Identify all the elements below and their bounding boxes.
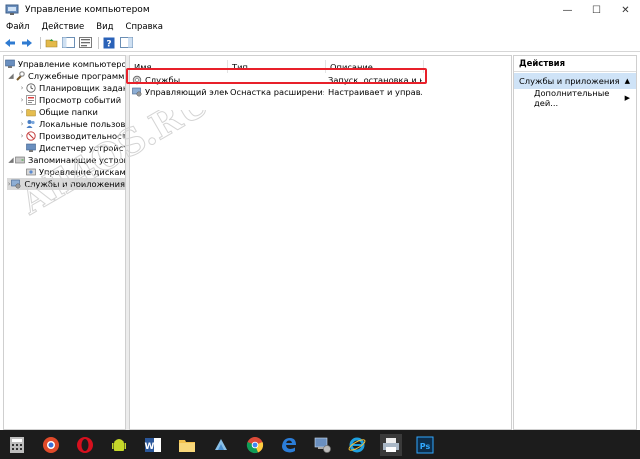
tree-item-task-scheduler[interactable]: › Планировщик заданий — [18, 82, 125, 94]
show-hide-tree-icon[interactable] — [61, 36, 75, 50]
tree-item-system-tools[interactable]: ◢ Служебные программы — [7, 70, 126, 82]
collapse-arrow-icon[interactable]: ◢ — [7, 72, 15, 80]
maximize-button[interactable]: ☐ — [582, 0, 611, 20]
tree-item-label: Служебные программы — [28, 71, 126, 81]
shared-folder-icon — [26, 107, 36, 117]
tree-item-device-manager[interactable]: Диспетчер устройств — [26, 142, 126, 154]
menu-view[interactable]: Вид — [90, 22, 119, 32]
tree-item-label: Управление дисками — [39, 167, 126, 177]
computer-management-icon — [5, 59, 15, 69]
android-icon[interactable] — [108, 434, 130, 456]
tools-icon — [15, 71, 25, 81]
tree-item-label: Запоминающие устройсте — [28, 155, 125, 165]
tree-item-label: Производительность — [39, 131, 126, 141]
action-pane-icon[interactable] — [119, 36, 133, 50]
tree-root[interactable]: Управление компьютером (л — [5, 58, 125, 70]
minimize-button[interactable]: — — [553, 0, 582, 20]
tree-item-label: Просмотр событий — [39, 95, 122, 105]
tree-item-performance[interactable]: › Производительность — [18, 130, 126, 142]
list-row-wmi-control[interactable]: Управляющий элем... Оснастка расширения … — [130, 86, 511, 98]
content-list-pane: Имя Тип Описание Службы Запуск, остановк… — [129, 55, 512, 430]
performance-icon — [26, 131, 36, 141]
calculator-icon[interactable] — [6, 434, 28, 456]
title-bar: Управление компьютером — ☐ ✕ — [0, 0, 640, 20]
actions-section-label: Службы и приложения — [519, 76, 620, 86]
menu-action[interactable]: Действие — [35, 22, 90, 32]
tree-item-event-viewer[interactable]: › Просмотр событий — [18, 94, 122, 106]
chrome-canary-icon[interactable] — [40, 434, 62, 456]
file-explorer-icon[interactable] — [176, 434, 198, 456]
tree-item-disk-management[interactable]: Управление дисками — [26, 166, 126, 178]
tree-item-local-users[interactable]: › Локальные пользоват — [18, 118, 126, 130]
expand-arrow-icon[interactable]: › — [18, 132, 26, 140]
expand-arrow-icon[interactable]: › — [18, 84, 26, 92]
actions-header: Действия — [514, 56, 636, 72]
photoshop-icon[interactable]: Ps — [414, 434, 436, 456]
expand-arrow-icon[interactable]: › — [18, 96, 26, 104]
collapse-arrow-icon[interactable]: ◢ — [7, 156, 15, 164]
close-button[interactable]: ✕ — [611, 0, 640, 20]
navigation-tree-pane: Управление компьютером (л ◢ Служебные пр… — [3, 55, 126, 430]
tree-item-shared-folders[interactable]: › Общие папки — [18, 106, 98, 118]
tree-item-label: Службы и приложения — [24, 179, 125, 189]
tree-item-services-and-apps[interactable]: › Службы и приложения — [7, 178, 125, 190]
help-icon[interactable]: ? — [102, 36, 116, 50]
actions-pane: Действия Службы и приложения ▲ Дополните… — [513, 55, 637, 430]
highlight-annotation — [126, 68, 427, 84]
toolbar-separator — [40, 36, 41, 49]
submenu-arrow-icon: ▶ — [624, 94, 630, 102]
tree-item-label: Планировщик заданий — [39, 83, 125, 93]
word-icon[interactable]: W — [142, 434, 164, 456]
computer-management-app-icon — [5, 4, 19, 16]
action-more-actions[interactable]: Дополнительные дей... ▶ — [514, 88, 636, 108]
clock-icon — [26, 83, 36, 93]
tree-item-label: Локальные пользоват — [39, 119, 126, 129]
tree-root-label: Управление компьютером (л — [18, 59, 125, 69]
printer-icon[interactable] — [380, 433, 402, 456]
menu-file[interactable]: Файл — [0, 22, 35, 32]
ie-icon[interactable] — [346, 434, 368, 456]
chrome-icon[interactable] — [244, 434, 266, 456]
toolbar: ? — [0, 34, 640, 52]
disk-management-icon — [26, 167, 36, 177]
tree-item-label: Общие папки — [39, 107, 98, 117]
tree-item-storage[interactable]: ◢ Запоминающие устройсте — [7, 154, 125, 166]
menu-help[interactable]: Справка — [120, 22, 169, 32]
collapse-triangle-icon[interactable]: ▲ — [625, 77, 630, 85]
taskbar: W Ps — [0, 430, 640, 459]
forward-arrow-icon[interactable] — [20, 36, 34, 50]
properties-icon[interactable] — [78, 36, 92, 50]
event-viewer-icon — [26, 95, 36, 105]
row-name: Управляющий элем... — [145, 87, 228, 97]
window-title: Управление компьютером — [25, 5, 150, 15]
row-type: Оснастка расширения — [230, 87, 324, 97]
action-more-label: Дополнительные дей... — [534, 88, 610, 108]
svg-text:Ps: Ps — [420, 442, 431, 451]
device-manager-icon — [26, 143, 36, 153]
up-folder-icon[interactable] — [44, 36, 58, 50]
services-apps-icon — [11, 179, 21, 189]
expand-arrow-icon[interactable]: › — [18, 120, 26, 128]
svg-text:W: W — [145, 442, 155, 452]
toolbar-separator — [98, 36, 99, 49]
menu-bar: Файл Действие Вид Справка — [0, 20, 640, 34]
expand-arrow-icon[interactable]: › — [18, 108, 26, 116]
computer-management-taskbar-icon[interactable] — [312, 434, 334, 456]
svg-text:?: ? — [106, 39, 111, 49]
row-description: Настраивает и управля... — [328, 87, 422, 97]
users-icon — [26, 119, 36, 129]
actions-section-services-apps[interactable]: Службы и приложения ▲ — [514, 73, 636, 89]
app-icon[interactable] — [210, 434, 232, 456]
tree-item-label: Диспетчер устройств — [39, 143, 126, 153]
opera-icon[interactable] — [74, 434, 96, 456]
edge-icon[interactable] — [278, 434, 300, 456]
storage-icon — [15, 155, 25, 165]
wmi-control-icon — [132, 87, 142, 97]
back-arrow-icon[interactable] — [3, 36, 17, 50]
